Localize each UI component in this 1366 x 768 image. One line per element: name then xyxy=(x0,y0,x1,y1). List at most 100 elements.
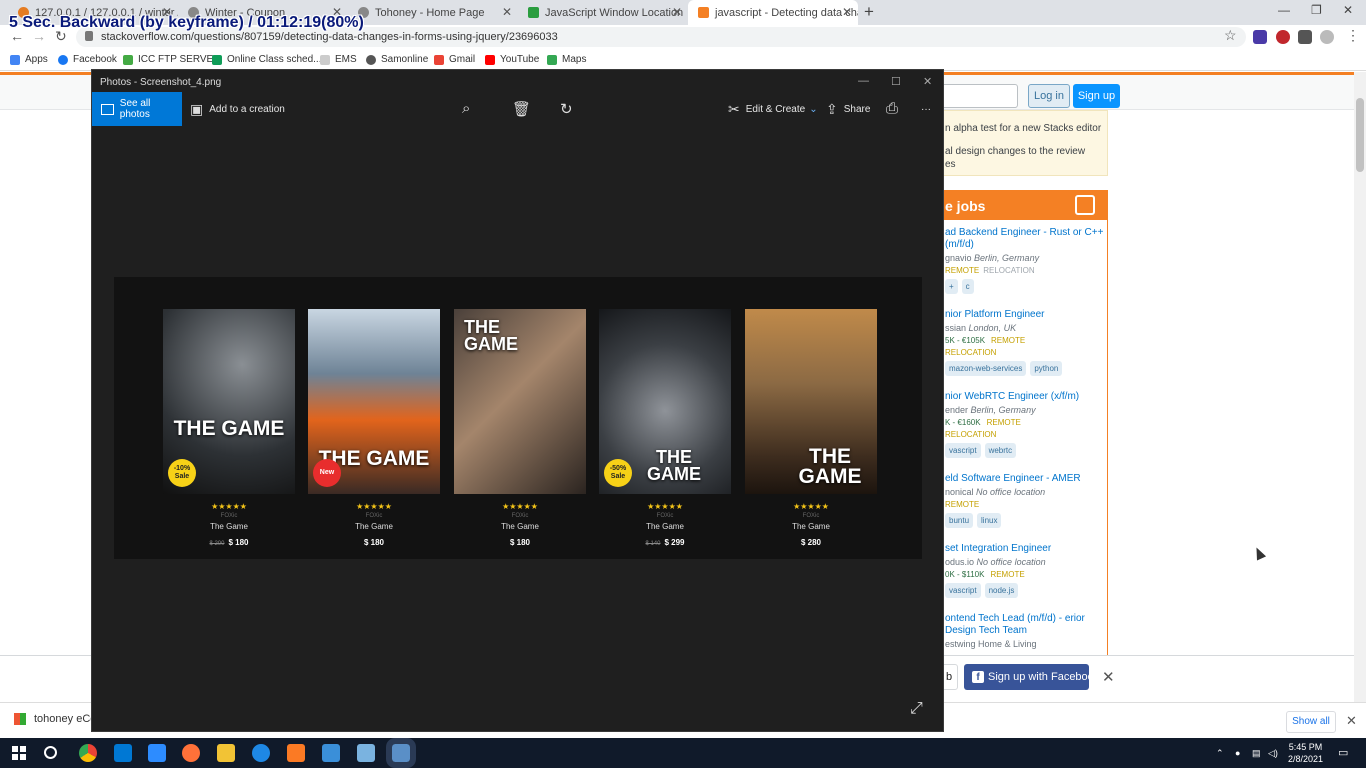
rotate-icon[interactable]: ↻ xyxy=(560,100,573,118)
job-title[interactable]: ad Backend Engineer - Rust or C++ (m/f/d… xyxy=(945,227,1107,251)
minimize-window-button[interactable]: — xyxy=(1278,3,1290,17)
job-title[interactable]: eld Software Engineer - AMER xyxy=(945,473,1107,485)
tag[interactable]: vascript xyxy=(945,583,981,598)
extension-icon[interactable] xyxy=(1253,30,1267,44)
add-to-creation-button[interactable]: ▣ Add to a creation xyxy=(190,92,285,126)
new-tab-button[interactable]: + xyxy=(864,2,874,22)
bookmark-online-class[interactable]: Online Class sched... xyxy=(212,54,322,65)
search-icon[interactable] xyxy=(44,746,57,759)
search-input[interactable] xyxy=(940,84,1018,108)
microphone-icon[interactable]: ● xyxy=(1235,748,1240,758)
close-button[interactable]: ✕ xyxy=(923,75,932,88)
bookmark-youtube[interactable]: YouTube xyxy=(485,54,539,65)
volume-icon[interactable]: ◁) xyxy=(1268,748,1278,759)
bookmark-maps[interactable]: Maps xyxy=(547,54,586,65)
notifications-icon[interactable]: ▭ xyxy=(1338,746,1348,759)
bookmark-icc-ftp[interactable]: ICC FTP SERVER xyxy=(123,54,220,65)
bookmark-label: ICC FTP SERVER xyxy=(138,54,221,65)
job-tags: buntu linux xyxy=(945,513,1107,528)
more-options-button[interactable]: ··· xyxy=(921,92,931,126)
notice-line[interactable]: al design changes to the review xyxy=(945,145,1107,158)
signup-facebook-button[interactable]: f Sign up with Facebook xyxy=(964,664,1099,690)
job-listing[interactable]: set Integration Engineer odus.io No offi… xyxy=(945,543,1107,598)
windows-start-icon[interactable] xyxy=(12,746,26,760)
browser-tab-active[interactable]: javascript - Detecting data chang✕ xyxy=(688,0,858,25)
share-button[interactable]: ⇪ Share xyxy=(826,92,870,126)
current-price: $ 299 xyxy=(664,538,685,547)
edge-icon[interactable] xyxy=(252,744,270,762)
tag[interactable]: python xyxy=(1030,361,1063,376)
puzzle-icon[interactable] xyxy=(1298,30,1312,44)
gmail-icon xyxy=(434,54,444,65)
photos-app-icon[interactable] xyxy=(386,738,416,768)
tray-chevron-icon[interactable]: ⌃ xyxy=(1216,748,1224,759)
network-icon[interactable]: ▤ xyxy=(1252,748,1261,759)
see-all-photos-button[interactable]: See all photos xyxy=(92,92,182,126)
cover-title: THE GAME xyxy=(464,317,518,354)
tag[interactable]: + xyxy=(945,279,958,294)
tag[interactable]: c xyxy=(961,279,974,294)
bookmark-samonline[interactable]: Samonline xyxy=(366,54,428,65)
zoom-icon[interactable] xyxy=(148,744,166,762)
job-title[interactable]: set Integration Engineer xyxy=(945,543,1107,555)
old-price: $ 140 xyxy=(645,541,661,547)
bookmark-facebook[interactable]: Facebook xyxy=(58,54,117,65)
bookmark-ems[interactable]: EMS xyxy=(320,54,357,65)
print-icon[interactable]: ⎙ xyxy=(886,100,898,117)
file-explorer-icon[interactable] xyxy=(217,744,235,762)
browser-tab[interactable]: JavaScript Window Location ✕ xyxy=(518,0,688,25)
restore-window-button[interactable]: ❐ xyxy=(1311,3,1322,17)
firefox-icon[interactable] xyxy=(182,744,200,762)
close-tab-icon[interactable]: ✕ xyxy=(672,5,682,19)
job-title[interactable]: ontend Tech Lead (m/f/d) - erior Design … xyxy=(945,613,1107,637)
bookmark-star-icon[interactable]: ☆ xyxy=(1224,27,1237,44)
old-price: $ 200 xyxy=(209,541,225,547)
page-scrollbar[interactable] xyxy=(1354,72,1366,702)
tag[interactable]: webrtc xyxy=(984,443,1017,458)
xampp-icon[interactable] xyxy=(287,744,305,762)
menu-dots-icon[interactable]: ⋮ xyxy=(1346,27,1360,44)
edit-create-label: Edit & Create xyxy=(745,103,806,115)
job-listing[interactable]: ontend Tech Lead (m/f/d) - erior Design … xyxy=(945,613,1107,649)
notepad-icon[interactable] xyxy=(357,744,375,762)
close-tab-icon[interactable]: ✕ xyxy=(842,5,852,19)
login-button[interactable]: Log in xyxy=(1028,84,1070,108)
close-icon[interactable]: ✕ xyxy=(1346,713,1357,729)
browser-tab[interactable]: Tohoney - Home Page ✕ xyxy=(348,0,518,25)
extension-icon[interactable] xyxy=(1276,30,1290,44)
tag[interactable]: buntu xyxy=(945,513,974,528)
job-title[interactable]: nior WebRTC Engineer (x/f/m) xyxy=(945,391,1107,403)
close-tab-icon[interactable]: ✕ xyxy=(502,5,512,19)
tag[interactable]: vascript xyxy=(945,443,981,458)
notice-line[interactable]: n alpha test for a new Stacks editor xyxy=(945,122,1107,135)
job-listing[interactable]: ad Backend Engineer - Rust or C++ (m/f/d… xyxy=(945,227,1107,294)
close-window-button[interactable]: ✕ xyxy=(1343,3,1353,17)
app-icon[interactable] xyxy=(322,744,340,762)
tag[interactable]: mazon-web-services xyxy=(945,361,1027,376)
job-location: Berlin, Germany xyxy=(970,405,1036,415)
profile-avatar[interactable] xyxy=(1320,30,1334,44)
bookmark-apps[interactable]: Apps xyxy=(10,54,48,65)
chrome-icon[interactable] xyxy=(79,744,97,762)
job-listing[interactable]: nior WebRTC Engineer (x/f/m) ender Berli… xyxy=(945,391,1107,458)
tag[interactable]: linux xyxy=(977,513,1002,528)
job-company: ender Berlin, Germany xyxy=(945,405,1107,415)
delete-icon[interactable]: 🗑 xyxy=(512,100,531,118)
signup-button[interactable]: Sign up xyxy=(1073,84,1120,108)
zoom-icon[interactable]: ⌕ xyxy=(462,100,470,117)
system-clock[interactable]: 5:45 PM 2/8/2021 xyxy=(1288,741,1323,765)
minimize-button[interactable]: — xyxy=(858,75,869,87)
maximize-button[interactable]: ☐ xyxy=(891,75,901,88)
job-listing[interactable]: nior Platform Engineer ssian London, UK … xyxy=(945,309,1107,376)
vscode-icon[interactable] xyxy=(114,744,132,762)
job-listing[interactable]: eld Software Engineer - AMER nonical No … xyxy=(945,473,1107,528)
job-title[interactable]: nior Platform Engineer xyxy=(945,309,1107,321)
tag[interactable]: node.js xyxy=(984,583,1019,598)
edit-create-button[interactable]: ✂ Edit & Create ⌄ xyxy=(728,92,818,126)
show-all-button[interactable]: Show all xyxy=(1286,711,1336,733)
bookmark-gmail[interactable]: Gmail xyxy=(434,54,475,65)
scrollbar-thumb[interactable] xyxy=(1356,98,1364,172)
product-card: THE GAME -50% Sale ★★★★★ FOXic The Game … xyxy=(599,309,731,547)
close-icon[interactable]: ✕ xyxy=(1102,668,1115,686)
expand-icon[interactable]: ⤢ xyxy=(910,700,923,718)
